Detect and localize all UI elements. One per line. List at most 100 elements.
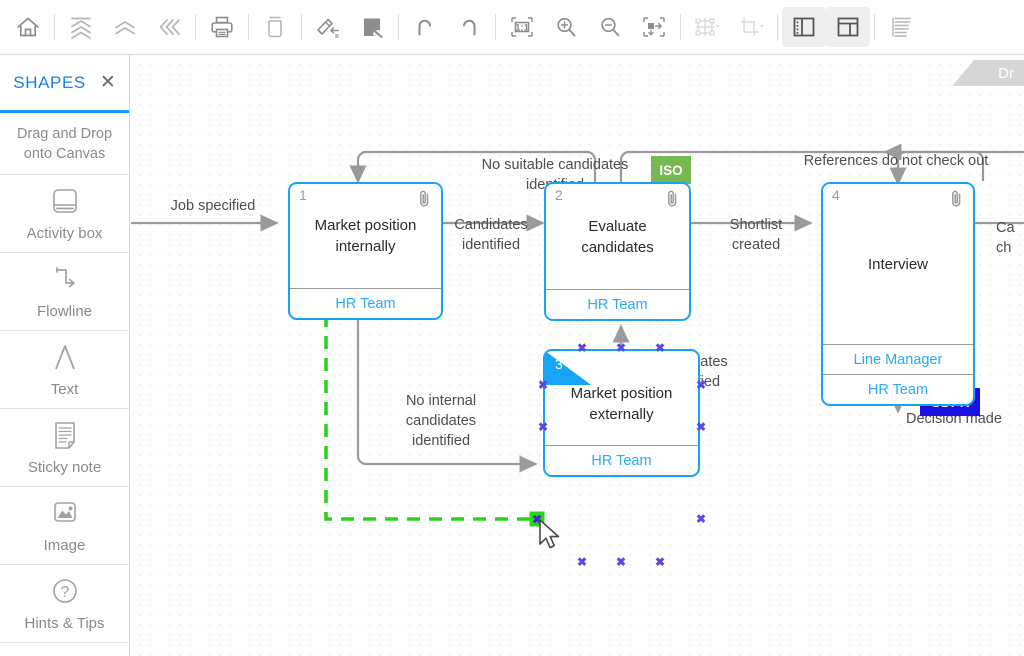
sidebar-item-activity-box[interactable]: Activity box xyxy=(0,175,129,253)
toolbar-divider xyxy=(248,14,249,40)
activity-box-icon xyxy=(45,186,85,218)
zoom-out-icon[interactable] xyxy=(588,7,632,47)
node-title-line2: internally xyxy=(335,238,396,255)
drag-drop-hint-line2: onto Canvas xyxy=(23,145,106,162)
activity-node-4[interactable]: 4 Interview Line Manager HR Team xyxy=(821,182,975,406)
sidebar-item-image[interactable]: Image xyxy=(0,487,129,565)
sidebar-item-sticky-note[interactable]: Sticky note xyxy=(0,409,129,487)
svg-text:?: ? xyxy=(60,584,69,601)
node-role[interactable]: Line Manager xyxy=(823,344,973,374)
select-tool-icon[interactable] xyxy=(350,7,394,47)
close-icon[interactable]: ✕ xyxy=(100,73,116,92)
drag-drop-hint-line1: Drag and Drop xyxy=(16,125,113,142)
toolbar-divider xyxy=(54,14,55,40)
resize-handle[interactable]: ✖ xyxy=(538,421,548,433)
resize-handle[interactable]: ✖ xyxy=(696,379,706,391)
sidebar-item-label: Text xyxy=(50,380,79,398)
attachment-icon[interactable] xyxy=(665,189,680,213)
redo-icon[interactable] xyxy=(447,7,491,47)
delete-icon[interactable] xyxy=(253,7,297,47)
fit-to-page-icon[interactable] xyxy=(632,7,676,47)
collapse-one-icon[interactable] xyxy=(103,7,147,47)
selected-corner-marker xyxy=(545,351,591,385)
sidebar-item-label: Image xyxy=(43,536,86,554)
zoom-actual-size-icon[interactable]: 1:1 xyxy=(500,7,544,47)
activity-node-3[interactable]: 3 Market position externally HR Team xyxy=(543,349,700,477)
connector-label-references-do-not-check-out: References do not check out xyxy=(803,153,989,169)
toolbar-divider xyxy=(495,14,496,40)
quick-styles-icon[interactable] xyxy=(306,7,350,47)
zoom-in-icon[interactable] xyxy=(544,7,588,47)
main-toolbar: 1:1 xyxy=(0,0,1024,55)
resize-handle[interactable]: ✖ xyxy=(696,513,706,525)
diagram-canvas[interactable]: Dr Job specified No suitable candidates … xyxy=(131,56,1024,656)
print-icon[interactable] xyxy=(200,7,244,47)
resize-handle[interactable]: ✖ xyxy=(577,342,587,354)
activity-node-1[interactable]: 1 Market position internally HR Team xyxy=(288,182,443,320)
flowline-icon xyxy=(45,264,85,296)
toolbar-divider xyxy=(301,14,302,40)
toolbar-divider xyxy=(777,14,778,40)
toolbar-divider xyxy=(680,14,681,40)
back-chevrons-icon[interactable] xyxy=(147,7,191,47)
sidebar-item-label: Activity box xyxy=(26,224,103,242)
application-window: 1:1 SHAPES ✕ Drag and Drop onto Canvas A… xyxy=(0,0,1024,656)
collapse-all-icon[interactable] xyxy=(59,7,103,47)
sidebar-item-label: Sticky note xyxy=(27,458,102,476)
attachment-icon[interactable] xyxy=(949,189,964,213)
connector-label-job-specified: Job specified xyxy=(170,198,256,214)
node-number: 1 xyxy=(299,187,307,203)
sidebar-item-label: Hints & Tips xyxy=(24,614,105,632)
undo-icon[interactable] xyxy=(403,7,447,47)
node-title-line1: Evaluate xyxy=(588,217,647,235)
connector-label-shortlist-created: Shortlist created xyxy=(729,217,783,253)
resize-handle[interactable]: ✖ xyxy=(696,421,706,433)
crop-icon[interactable] xyxy=(729,7,773,47)
resize-handle[interactable]: ✖ xyxy=(616,342,626,354)
resize-handle[interactable]: ✖ xyxy=(655,556,665,568)
node-role[interactable]: HR Team xyxy=(823,374,973,404)
right-panel-icon[interactable] xyxy=(826,7,870,47)
question-mark-icon: ? xyxy=(45,576,85,608)
active-connection-handle[interactable]: ✖ xyxy=(529,511,545,527)
toolbar-divider xyxy=(195,14,196,40)
node-title-line1: Market position xyxy=(314,217,417,234)
align-icon[interactable] xyxy=(685,7,729,47)
home-icon[interactable] xyxy=(6,7,50,47)
connector-label-candidates-identified-top: Candidates identified xyxy=(454,217,528,253)
node-role[interactable]: HR Team xyxy=(545,445,698,475)
status-badge-iso-label: ISO xyxy=(659,162,683,178)
node-number: 3 xyxy=(555,356,563,372)
outline-icon[interactable] xyxy=(879,7,923,47)
node-number: 4 xyxy=(832,187,840,203)
sidebar-item-hints-tips[interactable]: ? Hints & Tips xyxy=(0,565,129,643)
resize-handle[interactable]: ✖ xyxy=(616,556,626,568)
node-title-line1: Interview xyxy=(867,255,929,273)
shapes-panel: SHAPES ✕ Drag and Drop onto Canvas Activ… xyxy=(0,55,130,656)
resize-handle[interactable]: ✖ xyxy=(577,556,587,568)
image-icon xyxy=(45,498,85,530)
status-badge-iso[interactable]: ISO xyxy=(651,156,691,184)
zoom-level-text: 1:1 xyxy=(515,22,529,33)
connector-label-no-internal-candidates: No internal candidates identified xyxy=(405,393,477,449)
resize-handle[interactable]: ✖ xyxy=(538,379,548,391)
node-title-line1: Market position xyxy=(570,385,673,402)
shapes-panel-header: SHAPES ✕ xyxy=(0,55,129,113)
drag-drop-hint: Drag and Drop onto Canvas xyxy=(0,113,129,175)
activity-node-2[interactable]: 2 Evaluate candidates HR Team xyxy=(544,182,691,321)
node-title-line2: externally xyxy=(589,406,654,423)
toolbar-divider xyxy=(874,14,875,40)
sticky-note-icon xyxy=(45,420,85,452)
attachment-icon[interactable] xyxy=(417,189,432,213)
connector-label-candidate-checks-right: Ca ch xyxy=(996,220,1015,256)
resize-handle[interactable]: ✖ xyxy=(655,342,665,354)
node-title-line2: candidates xyxy=(581,238,654,256)
node-role[interactable]: HR Team xyxy=(546,289,689,319)
sidebar-item-label: Flowline xyxy=(36,302,93,320)
sidebar-item-text[interactable]: Text xyxy=(0,331,129,409)
node-role[interactable]: HR Team xyxy=(290,288,441,318)
text-icon xyxy=(45,342,85,374)
toolbar-divider xyxy=(398,14,399,40)
left-panel-icon[interactable] xyxy=(782,7,826,47)
sidebar-item-flowline[interactable]: Flowline xyxy=(0,253,129,331)
